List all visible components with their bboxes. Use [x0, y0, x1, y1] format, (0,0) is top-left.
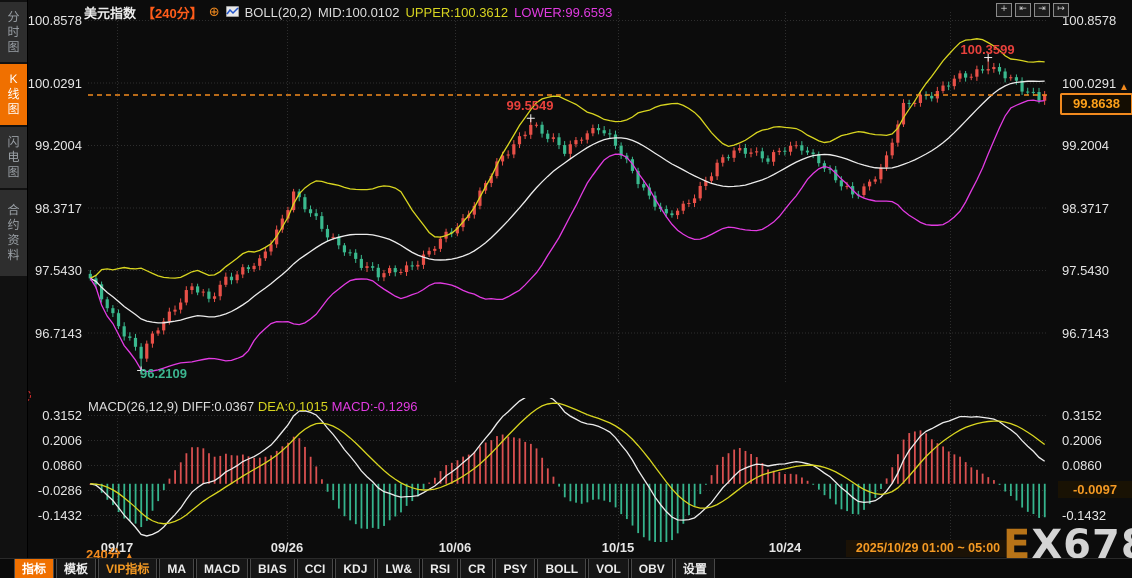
symbol-name: 美元指数 — [84, 5, 137, 21]
toolbar-item-indicator[interactable]: 指标 — [14, 559, 55, 578]
sidebar-item-label: 时 — [7, 24, 20, 39]
toolbar-item-settings[interactable]: 设置 — [674, 559, 715, 578]
sidebar-item-contract-info[interactable]: 合约资料 — [0, 190, 27, 276]
boll-chart-icon — [225, 5, 240, 20]
date-tick-label: 10/15 — [601, 540, 635, 555]
sidebar-item-label: 图 — [7, 165, 20, 179]
toolbar-item-lw[interactable]: LW& — [377, 559, 421, 578]
axis-label: 0.0860 — [1062, 458, 1102, 473]
macd-current-value-tag: -0.0097 — [1058, 481, 1132, 498]
candlestick-chart[interactable] — [88, 8, 1048, 388]
sidebar-item-label: 合 — [7, 203, 20, 217]
macd-chart[interactable] — [88, 396, 1048, 544]
trading-app-window: 分时图K线图闪电图合约资料 美元指数 【240分】 ⊕ BOLL(20,2) M… — [0, 0, 1132, 578]
toolbar-item-psy[interactable]: PSY — [495, 559, 536, 578]
sidebar-item-label: 图 — [7, 39, 20, 54]
timeframe-label: 【240分】 — [142, 5, 203, 21]
sidebar-item-kline[interactable]: K线图 — [0, 64, 27, 125]
axis-label: 0.3152 — [1062, 408, 1102, 423]
sidebar-item-timeshare[interactable]: 分时图 — [0, 2, 27, 62]
toolbar-item-rsi[interactable]: RSI — [422, 559, 459, 578]
sidebar-item-label: 电 — [7, 150, 20, 164]
boll-upper-value: UPPER:100.3612 — [405, 4, 509, 20]
toolbar-item-boll[interactable]: BOLL — [537, 559, 587, 578]
macd-dea-value: DEA:0.1015 — [257, 399, 328, 414]
sidebar-item-label: 资 — [7, 233, 20, 247]
zoom-out-icon[interactable]: ⇤ — [1015, 3, 1031, 17]
toolbar-item-obv[interactable]: OBV — [630, 559, 673, 578]
date-tick-label: 10/06 — [438, 540, 472, 555]
toolbar-item-macd[interactable]: MACD — [196, 559, 249, 578]
toolbar-item-vol[interactable]: VOL — [588, 559, 629, 578]
toolbar-item-ma[interactable]: MA — [159, 559, 195, 578]
low-price-marker: 96.2109 — [140, 366, 187, 381]
sidebar-item-lightning[interactable]: 闪电图 — [0, 127, 27, 188]
boll-lower-value: LOWER:99.6593 — [514, 4, 613, 20]
macd-params: MACD(26,12,9) — [88, 399, 179, 414]
axis-label: 0.2006 — [1062, 433, 1102, 448]
swing-high-marker: 99.5549 — [506, 98, 554, 113]
date-tick-label: 09/26 — [270, 540, 304, 555]
sidebar-item-label: 线 — [7, 87, 20, 101]
current-bar-time: 2025/10/29 01:00 ~ 05:00 — [846, 540, 1010, 557]
pan-right-icon[interactable]: ↦ — [1053, 3, 1069, 17]
zoom-in-icon[interactable]: ⇥ — [1034, 3, 1050, 17]
toolbar-item-vip-indicator[interactable]: VIP指标 — [98, 559, 158, 578]
sidebar-item-label: 图 — [7, 102, 20, 116]
current-price-tag: 99.8638 — [1060, 93, 1132, 115]
crosshair-icon[interactable]: + — [996, 3, 1012, 17]
date-tick-label: 10/24 — [768, 540, 802, 555]
high-price-marker: 100.3599 — [960, 42, 1015, 57]
sidebar-item-label: 约 — [7, 218, 20, 232]
chart-header: 美元指数 【240分】 ⊕ BOLL(20,2) MID:100.0102 UP… — [84, 3, 612, 21]
toolbar-item-cci[interactable]: CCI — [296, 559, 334, 578]
axis-label: -0.1432 — [1062, 508, 1107, 523]
indicator-toolbar: 指标 模板 VIP指标 MA MACD BIAS CCI KDJ LW& RSI CR PSY BOLL… — [0, 558, 1132, 578]
toolbar-item-cr[interactable]: CR — [460, 559, 494, 578]
sidebar-item-label: 分 — [7, 9, 20, 24]
date-axis: 2025/10/29 01:00 ~ 05:00 09/17 09/26 10/06… — [0, 540, 1132, 557]
macd-hist-value: MACD:-0.1296 — [331, 399, 418, 414]
chart-window-controls: + ⇤ ⇥ ↦ — [996, 3, 1069, 17]
boll-mid-value: MID:100.0102 — [317, 4, 400, 20]
macd-header: MACD(26,12,9) DIFF:0.0367 DEA:0.1015 MAC… — [88, 399, 418, 414]
sidebar-item-label: 闪 — [7, 135, 20, 149]
toolbar-item-template[interactable]: 模板 — [56, 559, 97, 578]
toolbar-item-kdj[interactable]: KDJ — [335, 559, 376, 578]
toolbar-item-bias[interactable]: BIAS — [250, 559, 295, 578]
boll-label: BOLL(20,2) — [244, 4, 312, 20]
sidebar-item-label: K — [9, 72, 18, 86]
chart-type-sidebar: 分时图K线图闪电图合约资料 — [0, 0, 28, 578]
macd-diff-value: DIFF:0.0367 — [181, 399, 255, 414]
add-compare-icon[interactable]: ⊕ — [209, 4, 220, 20]
sidebar-item-label: 料 — [7, 248, 20, 262]
price-up-arrow-icon: ▲ — [1119, 82, 1129, 93]
